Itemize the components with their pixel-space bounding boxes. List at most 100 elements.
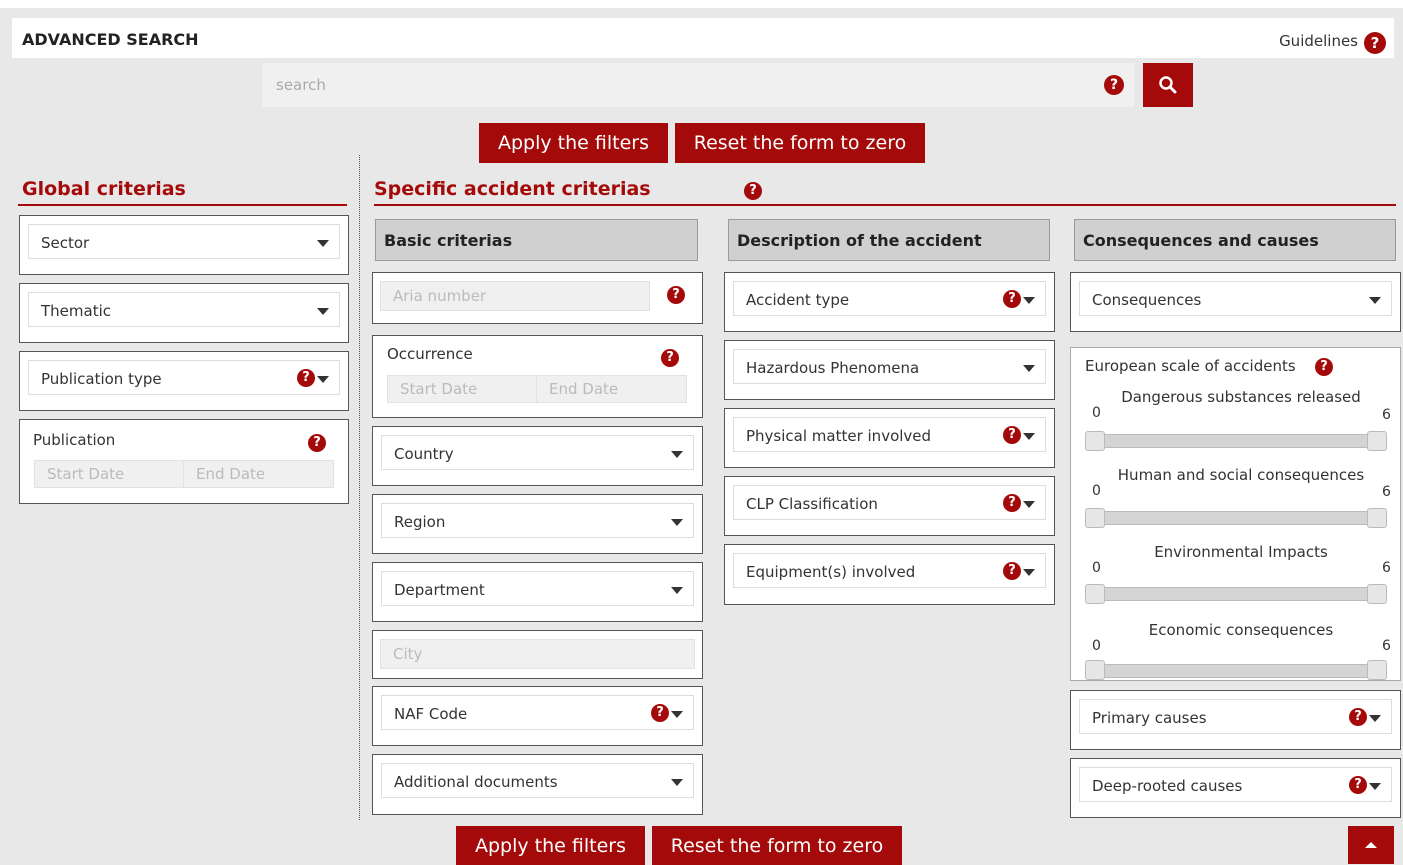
accident-type-label: Accident type <box>746 291 850 309</box>
clp-classification-label: CLP Classification <box>746 495 878 513</box>
physical-matter-select[interactable]: Physical matter involved ? <box>733 417 1046 452</box>
chevron-down-icon <box>671 779 683 786</box>
primary-causes-select[interactable]: Primary causes ? <box>1079 699 1392 734</box>
naf-code-label: NAF Code <box>394 705 468 723</box>
chevron-down-icon <box>317 376 329 383</box>
thematic-label: Thematic <box>41 302 111 320</box>
primary-causes-help-icon[interactable]: ? <box>1349 708 1367 726</box>
chevron-down-icon <box>1023 569 1035 576</box>
page-title: ADVANCED SEARCH <box>22 30 199 49</box>
chevron-down-icon <box>671 519 683 526</box>
slider-handle-human-social-min[interactable] <box>1085 508 1105 528</box>
physical-matter-label: Physical matter involved <box>746 427 932 445</box>
aria-number-help-icon[interactable]: ? <box>667 286 685 304</box>
slider-label-human-social: Human and social consequences <box>1117 466 1365 484</box>
scroll-to-top-button[interactable] <box>1348 826 1394 864</box>
slider-track-environmental[interactable] <box>1095 587 1379 601</box>
slider-handle-economic-min[interactable] <box>1085 660 1105 680</box>
chevron-down-icon <box>1023 297 1035 304</box>
city-input[interactable]: City <box>380 639 695 669</box>
deep-rooted-causes-card: Deep-rooted causes ? <box>1070 758 1401 818</box>
guidelines-help-icon[interactable]: ? <box>1364 32 1386 54</box>
clp-classification-select[interactable]: CLP Classification ? <box>733 485 1046 520</box>
slider-handle-environmental-min[interactable] <box>1085 584 1105 604</box>
deep-rooted-causes-help-icon[interactable]: ? <box>1349 776 1367 794</box>
consequences-select[interactable]: Consequences <box>1079 281 1392 316</box>
reset-form-button-bottom[interactable]: Reset the form to zero <box>652 826 902 865</box>
equipment-help-icon[interactable]: ? <box>1003 562 1021 580</box>
naf-code-help-icon[interactable]: ? <box>651 704 669 722</box>
department-card: Department <box>372 562 703 622</box>
physical-matter-help-icon[interactable]: ? <box>1003 426 1021 444</box>
description-header: Description of the accident <box>728 219 1050 261</box>
slider-handle-economic-max[interactable] <box>1367 660 1387 680</box>
slider-handle-human-social-max[interactable] <box>1367 508 1387 528</box>
chevron-down-icon <box>1023 433 1035 440</box>
search-button[interactable] <box>1143 63 1193 107</box>
chevron-down-icon <box>1023 365 1035 372</box>
slider-track-dangerous-substances[interactable] <box>1095 434 1379 448</box>
guidelines-link[interactable]: Guidelines <box>1279 32 1358 50</box>
slider-label-economic: Economic consequences <box>1148 621 1334 639</box>
country-select[interactable]: Country <box>381 435 694 470</box>
sector-label: Sector <box>41 234 90 252</box>
slider-track-economic[interactable] <box>1095 664 1379 678</box>
additional-documents-select[interactable]: Additional documents <box>381 763 694 798</box>
european-scale-help-icon[interactable]: ? <box>1315 358 1333 376</box>
reset-form-button-top[interactable]: Reset the form to zero <box>675 123 925 163</box>
publication-type-card: Publication type ? <box>19 351 349 411</box>
accident-type-help-icon[interactable]: ? <box>1003 290 1021 308</box>
thematic-select[interactable]: Thematic <box>28 292 340 327</box>
slider-label-environmental: Environmental Impacts <box>1154 543 1328 561</box>
specific-criterias-help-icon[interactable]: ? <box>744 182 762 200</box>
slider-track-human-social[interactable] <box>1095 511 1379 525</box>
slider-handle-dangerous-substances-min[interactable] <box>1085 431 1105 451</box>
occurrence-label: Occurrence <box>387 345 473 363</box>
slider-handle-dangerous-substances-max[interactable] <box>1367 431 1387 451</box>
slider-label-dangerous-substances: Dangerous substances released <box>1121 388 1361 406</box>
region-select[interactable]: Region <box>381 503 694 538</box>
slider-max-environmental: 6 <box>1382 560 1391 576</box>
publication-type-help-icon[interactable]: ? <box>297 369 315 387</box>
sector-select[interactable]: Sector <box>28 224 340 259</box>
search-help-icon[interactable]: ? <box>1104 75 1124 95</box>
accident-type-select[interactable]: Accident type ? <box>733 281 1046 316</box>
aria-number-card: Aria number ? <box>372 272 703 324</box>
apply-filters-button-top[interactable]: Apply the filters <box>479 123 668 163</box>
apply-filters-button-bottom[interactable]: Apply the filters <box>456 826 645 865</box>
search-input[interactable] <box>262 63 1082 107</box>
department-select[interactable]: Department <box>381 571 694 606</box>
chevron-up-icon <box>1365 842 1377 848</box>
additional-documents-label: Additional documents <box>394 773 558 791</box>
publication-type-label: Publication type <box>41 370 162 388</box>
occurrence-start-date[interactable]: Start Date <box>387 375 537 403</box>
slider-handle-environmental-max[interactable] <box>1367 584 1387 604</box>
chevron-down-icon <box>317 308 329 315</box>
publication-help-icon[interactable]: ? <box>308 434 326 452</box>
chevron-down-icon <box>671 587 683 594</box>
publication-end-date[interactable]: End Date <box>183 460 334 488</box>
department-label: Department <box>394 581 485 599</box>
occurrence-help-icon[interactable]: ? <box>661 349 679 367</box>
naf-code-select[interactable]: NAF Code ? <box>381 695 694 730</box>
accident-type-card: Accident type ? <box>724 272 1055 332</box>
specific-criterias-heading: Specific accident criterias <box>374 178 651 200</box>
primary-causes-label: Primary causes <box>1092 709 1207 727</box>
slider-min-environmental: 0 <box>1092 560 1101 576</box>
chevron-down-icon <box>1023 501 1035 508</box>
aria-number-input[interactable]: Aria number <box>380 281 650 311</box>
equipment-select[interactable]: Equipment(s) involved ? <box>733 553 1046 588</box>
publication-type-select[interactable]: Publication type ? <box>28 360 340 395</box>
clp-classification-help-icon[interactable]: ? <box>1003 494 1021 512</box>
hazardous-phenomena-select[interactable]: Hazardous Phenomena <box>733 349 1046 384</box>
chevron-down-icon <box>1369 297 1381 304</box>
deep-rooted-causes-select[interactable]: Deep-rooted causes ? <box>1079 767 1392 802</box>
slider-max-dangerous-substances: 6 <box>1382 407 1391 423</box>
occurrence-end-date[interactable]: End Date <box>536 375 687 403</box>
consequences-label: Consequences <box>1092 291 1202 309</box>
global-criterias-underline <box>18 204 347 206</box>
slider-min-economic: 0 <box>1092 638 1101 654</box>
country-label: Country <box>394 445 454 463</box>
publication-start-date[interactable]: Start Date <box>34 460 184 488</box>
slider-min-dangerous-substances: 0 <box>1092 405 1101 421</box>
